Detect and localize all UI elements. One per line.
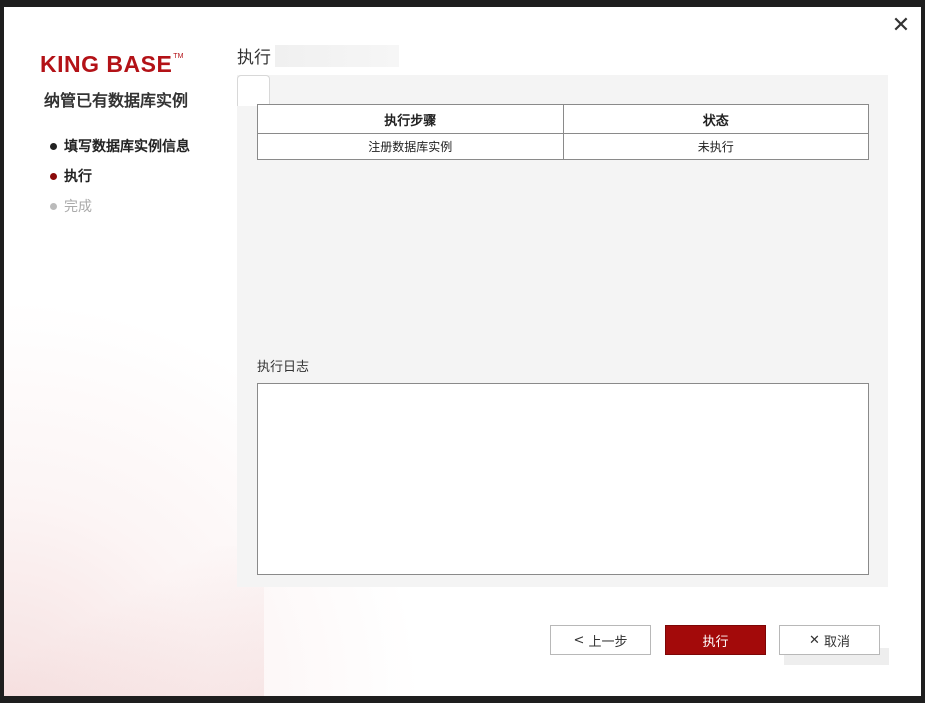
close-icon[interactable]: ✕ [891,15,911,37]
cancel-button-label: 取消 [823,634,850,650]
panel-tab[interactable] [237,75,270,106]
table-row[interactable]: 注册数据库实例 未执行 [257,133,869,160]
log-label: 执行日志 [257,360,310,375]
execution-steps-table: 执行步骤 状态 注册数据库实例 未执行 [257,104,869,160]
column-header-step: 执行步骤 [257,104,564,134]
execution-panel: 执行步骤 状态 注册数据库实例 未执行 执行日志 [237,75,888,587]
execute-button-label: 执行 [702,634,729,650]
close-icon: ✕ [809,632,820,648]
execution-log-area[interactable] [257,383,869,575]
step-dot [50,202,57,210]
step-finish: 完成 [50,191,190,221]
cell-step: 注册数据库实例 [257,133,564,160]
cell-status: 未执行 [562,133,869,160]
step-execute: 执行 [50,161,190,191]
cancel-button[interactable]: ✕ 取消 [779,625,880,655]
previous-button-label: 上一步 [588,634,628,650]
title-placeholder [275,44,399,67]
logo-text: KING BASE [40,51,173,77]
step-dot [50,172,57,180]
logo-trademark: TM [173,53,184,60]
page-title-text: 执行 [237,48,271,68]
previous-button[interactable]: < 上一步 [550,625,651,655]
step-fill-info: 填写数据库实例信息 [50,131,190,161]
column-header-status: 状态 [562,104,869,134]
manage-instance-dialog: ✕ KING BASE TM 纳管已有数据库实例 填写数据库实例信息 执行 完成… [4,7,921,696]
background-decoration-lower [4,546,264,696]
step-label: 完成 [64,199,92,215]
step-label: 填写数据库实例信息 [64,139,190,155]
wizard-steps: 填写数据库实例信息 执行 完成 [50,131,190,221]
table-header-row: 执行步骤 状态 [257,104,869,134]
step-dot [50,142,57,150]
step-label: 执行 [64,169,92,185]
chevron-left-icon: < [573,632,585,648]
kingbase-logo: KING BASE TM [40,51,183,78]
page-title: 执行 [237,43,399,68]
wizard-title: 纳管已有数据库实例 [44,91,189,110]
execute-button[interactable]: 执行 [665,625,766,655]
